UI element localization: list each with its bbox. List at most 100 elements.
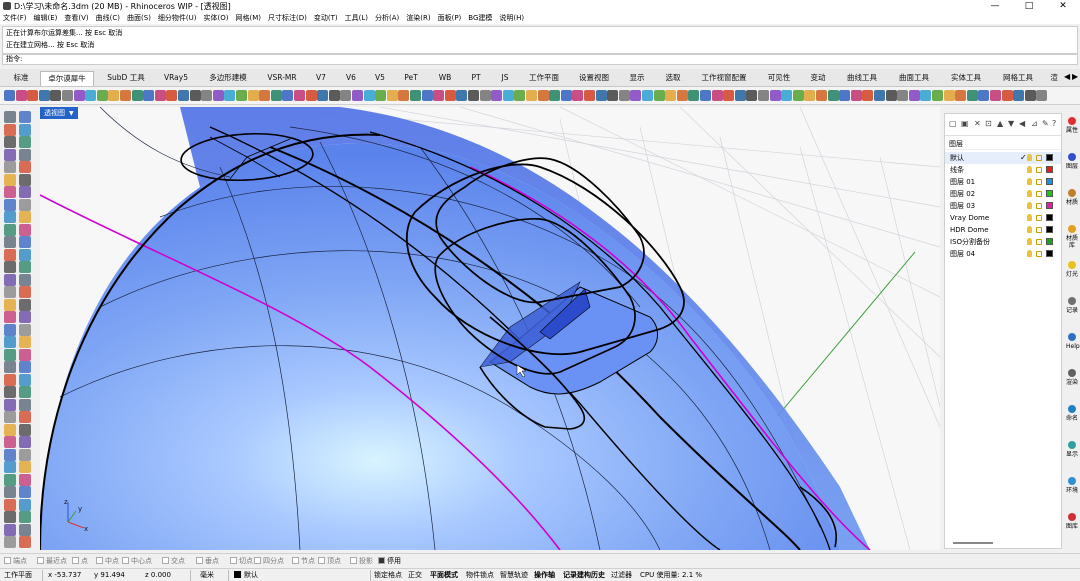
panel-tab-1[interactable]: 图层 [1066,153,1078,170]
left-tool-icon[interactable] [4,536,16,548]
left-tool-icon[interactable] [4,411,16,423]
toolbar-tool-icon[interactable] [421,90,433,101]
status-layer[interactable]: 默认 [234,570,258,581]
left-tool-icon[interactable] [4,273,16,286]
left-tool-icon[interactable] [19,523,31,536]
left-tool-icon[interactable] [4,261,16,273]
layer-lock-icon[interactable] [1036,203,1042,209]
layer-color-swatch[interactable] [1046,250,1053,257]
toolbar-tool-icon[interactable] [1024,90,1036,101]
minimize-button[interactable]: — [978,0,1012,12]
toolbar-tool-icon[interactable] [955,90,967,101]
tab-cplane[interactable]: 工作平面 [522,71,566,86]
osnap-toggle[interactable]: 中心点 [122,556,152,566]
toolbar-tool-icon[interactable] [734,90,746,101]
left-tool-icon[interactable] [4,323,16,336]
left-tool-icon[interactable] [4,198,16,211]
tab-pt[interactable]: PT [462,71,490,86]
toolbar-tool-icon[interactable] [259,90,271,101]
menu-tools[interactable]: 工具(L) [345,12,368,24]
left-tool-icon[interactable] [4,236,16,248]
layer-row[interactable]: HDR Dome [945,224,1061,236]
left-tool-icon[interactable] [19,236,31,248]
left-tool-icon[interactable] [19,423,31,436]
toolbar-tool-icon[interactable] [607,90,619,101]
toolbar-tool-icon[interactable] [328,90,340,101]
layer-color-swatch[interactable] [1046,226,1053,233]
tab-select[interactable]: 选取 [658,71,688,86]
layer-color-swatch[interactable] [1046,166,1053,173]
left-tool-icon[interactable] [19,511,31,523]
left-tool-icon[interactable] [4,373,16,386]
left-tool-icon[interactable] [4,298,16,311]
toolbar-tool-icon[interactable] [769,90,781,101]
layer-lock-icon[interactable] [1036,215,1042,221]
toolbar-tool-icon[interactable] [363,90,375,101]
left-tool-icon[interactable] [4,386,16,398]
left-tool-icon[interactable] [4,173,16,186]
menu-subd[interactable]: 细分物件(U) [158,12,197,24]
toolbar-tool-icon[interactable] [862,90,874,101]
layer-color-swatch[interactable] [1046,214,1053,221]
layer-lock-icon[interactable] [1036,179,1042,185]
osnap-toggle[interactable]: 投影 [350,556,373,566]
toolbar-tool-icon[interactable] [201,90,213,101]
tab-v7[interactable]: V7 [308,71,334,86]
move-out-icon[interactable]: ◀ [1019,119,1025,128]
toolbar-tool-icon[interactable] [270,90,282,101]
layer-row[interactable]: ISO分割备份 [945,236,1061,248]
panel-tab-3[interactable]: 材质库 [1066,225,1078,249]
toolbar-tool-icon[interactable] [340,90,352,101]
toolbar-tool-icon[interactable] [595,90,607,101]
osnap-toggle[interactable]: 节点 [292,556,315,566]
toolbar-tool-icon[interactable] [120,90,131,101]
toolbar-tool-icon[interactable] [816,90,827,101]
toolbar-tool-icon[interactable] [781,90,793,101]
toolbar-tool-icon[interactable] [50,90,62,101]
delete-layer-icon[interactable]: ✕ [974,119,981,128]
left-tool-icon[interactable] [4,161,16,173]
left-tool-icon[interactable] [19,186,31,198]
viewport-title[interactable]: 透视图 ▼ [40,107,78,119]
toolbar-tool-icon[interactable] [189,90,201,101]
toolbar-tool-icon[interactable] [386,90,398,101]
toolbar-tool-icon[interactable] [15,90,27,101]
osnap-toggle[interactable]: 端点 [4,556,27,566]
layer-visibility-icon[interactable] [1027,178,1032,185]
left-tool-icon[interactable] [19,248,31,261]
left-tool-icon[interactable] [19,386,31,398]
tab-viewport-layout[interactable]: 工作视窗配置 [694,71,754,86]
left-tool-icon[interactable] [4,436,16,448]
toolbar-tool-icon[interactable] [236,90,247,101]
layer-color-swatch[interactable] [1046,154,1053,161]
close-button[interactable]: ✕ [1046,0,1080,12]
toolbar-tool-icon[interactable] [549,90,561,101]
toolbar-tool-icon[interactable] [943,90,955,101]
toolbar-tool-icon[interactable] [1036,90,1048,101]
panel-tab-11[interactable]: 图库 [1066,513,1078,530]
layer-visibility-icon[interactable] [1027,190,1032,197]
status-toggle[interactable]: 智慧轨迹 [500,570,528,581]
left-tool-icon[interactable] [19,436,31,448]
toolbar-tool-icon[interactable] [978,90,990,101]
toolbar-tool-icon[interactable] [792,90,804,101]
osnap-toggle[interactable]: 顶点 [318,556,341,566]
status-toggle[interactable]: 物件锁点 [466,570,494,581]
tab-scroll-right-icon[interactable]: ▶ [1072,72,1078,81]
left-tool-icon[interactable] [4,111,16,123]
left-tool-icon[interactable] [19,311,31,323]
left-tool-icon[interactable] [19,136,31,148]
toolbar-tool-icon[interactable] [224,90,236,101]
left-tool-icon[interactable] [4,473,16,486]
osnap-toggle[interactable]: 垂点 [196,556,219,566]
tab-display[interactable]: 显示 [622,71,652,86]
tab-surface-tools[interactable]: 曲面工具 [892,71,936,86]
layer-visibility-icon[interactable] [1027,226,1032,233]
toolbar-tool-icon[interactable] [700,90,711,101]
toolbar-tool-icon[interactable] [4,90,15,101]
left-tool-icon[interactable] [4,286,16,298]
toolbar-tool-icon[interactable] [850,90,862,101]
toolbar-tool-icon[interactable] [96,90,108,101]
layer-visibility-icon[interactable] [1027,202,1032,209]
left-tool-icon[interactable] [4,223,16,236]
